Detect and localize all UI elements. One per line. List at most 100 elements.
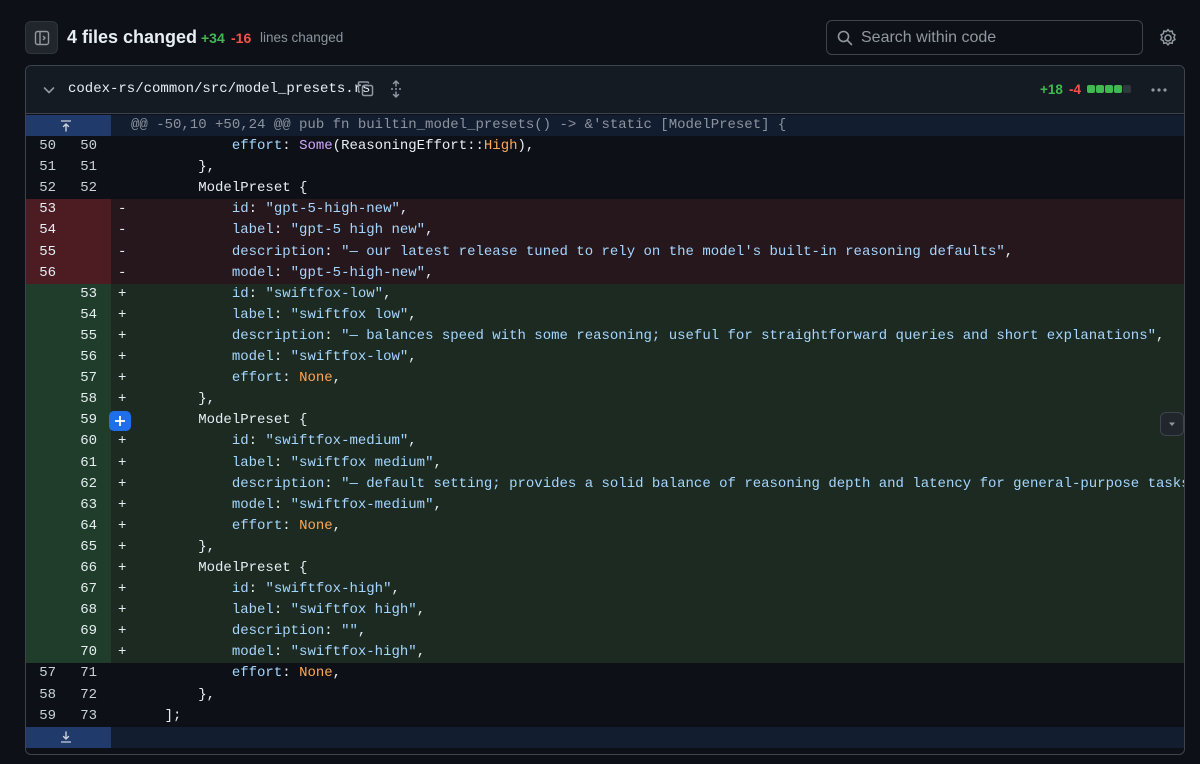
new-line-number[interactable]: 60 xyxy=(68,431,97,452)
old-line-number[interactable]: 58 xyxy=(26,685,56,706)
add-comment-button[interactable] xyxy=(109,411,131,432)
old-line-number[interactable] xyxy=(26,558,56,579)
old-line-number[interactable] xyxy=(26,326,56,347)
old-line-number[interactable]: 59 xyxy=(26,706,56,727)
new-line-number[interactable]: 58 xyxy=(68,389,97,410)
expand-down-icon[interactable] xyxy=(58,730,74,746)
new-line-number[interactable]: 68 xyxy=(68,600,97,621)
file-path[interactable]: codex-rs/common/src/model_presets.rs xyxy=(68,81,370,97)
expand-all-icon[interactable] xyxy=(386,79,406,99)
new-line-number[interactable]: 59 xyxy=(68,410,97,431)
new-line-number[interactable]: 54 xyxy=(68,305,97,326)
new-line-number[interactable]: 55 xyxy=(68,326,97,347)
kebab-menu-icon[interactable] xyxy=(1148,79,1170,101)
code-line: description: "— our latest release tuned… xyxy=(231,243,1014,260)
code-line: }, xyxy=(131,538,216,555)
code-line: id: "swiftfox-high", xyxy=(231,581,400,598)
code-line: id: "gpt-5-high-new", xyxy=(231,201,409,218)
code-line: effort: Some(ReasoningEffort::High), xyxy=(231,138,535,155)
new-line-number[interactable]: 66 xyxy=(68,558,97,579)
code-line: }, xyxy=(131,686,216,703)
old-line-number[interactable] xyxy=(26,368,56,389)
expand-down-gutter[interactable] xyxy=(26,726,111,748)
context-line: 57 71 effort: None, xyxy=(26,663,1184,684)
new-line-number[interactable]: 50 xyxy=(68,136,97,157)
new-line-number[interactable]: 65 xyxy=(68,537,97,558)
code-line: ]; xyxy=(131,707,182,724)
search-input[interactable] xyxy=(861,27,1131,49)
old-line-number[interactable] xyxy=(26,600,56,621)
diff-sign: + xyxy=(118,644,127,661)
old-line-number[interactable] xyxy=(26,284,56,305)
old-line-number[interactable] xyxy=(26,431,56,452)
old-line-number[interactable] xyxy=(26,579,56,600)
old-line-number[interactable]: 54 xyxy=(26,220,56,241)
deleted-line: 53 - id: "gpt-5-high-new", xyxy=(26,199,1184,221)
new-line-number[interactable]: 57 xyxy=(68,368,97,389)
new-line-number[interactable]: 53 xyxy=(68,284,97,305)
diff-sign: + xyxy=(118,581,127,598)
old-line-number[interactable] xyxy=(26,453,56,474)
old-line-number[interactable] xyxy=(26,495,56,516)
new-line-number[interactable]: 72 xyxy=(68,685,97,706)
old-line-number[interactable]: 52 xyxy=(26,178,56,199)
old-line-number[interactable] xyxy=(26,516,56,537)
code-line: model: "swiftfox-high", xyxy=(231,644,426,661)
old-line-number[interactable]: 56 xyxy=(26,263,56,284)
expand-up-gutter[interactable] xyxy=(26,115,111,137)
old-line-number[interactable] xyxy=(26,621,56,642)
new-line-number[interactable] xyxy=(68,220,97,241)
new-line-number[interactable]: 70 xyxy=(68,642,97,663)
file-additions: +18 xyxy=(1040,82,1063,97)
old-line-number[interactable]: 57 xyxy=(26,663,56,684)
new-line-number[interactable]: 71 xyxy=(68,663,97,684)
deleted-line: 56 - model: "gpt-5-high-new", xyxy=(26,262,1184,284)
old-line-number[interactable] xyxy=(26,389,56,410)
toggle-file-tree-button[interactable] xyxy=(25,21,58,54)
code-line: effort: None, xyxy=(231,370,342,387)
added-line: 58 + }, xyxy=(26,389,1184,411)
code-line: ModelPreset { xyxy=(131,180,308,197)
plus-icon xyxy=(115,416,125,427)
old-line-number[interactable]: 50 xyxy=(26,136,56,157)
diffstat-square xyxy=(1123,85,1131,93)
old-line-number[interactable] xyxy=(26,537,56,558)
triangle-down-icon xyxy=(1169,422,1175,426)
new-line-number[interactable]: 56 xyxy=(68,347,97,368)
code-line: label: "gpt-5 high new", xyxy=(231,222,434,239)
old-line-number[interactable]: 53 xyxy=(26,199,56,220)
expand-up-icon[interactable] xyxy=(58,118,74,134)
gear-icon[interactable] xyxy=(1158,28,1178,48)
new-line-number[interactable]: 51 xyxy=(68,157,97,178)
new-line-number[interactable]: 61 xyxy=(68,453,97,474)
copy-icon[interactable] xyxy=(356,79,376,99)
old-line-number[interactable] xyxy=(26,410,56,431)
old-line-number[interactable]: 55 xyxy=(26,242,56,263)
new-line-number[interactable]: 52 xyxy=(68,178,97,199)
diff-sign: + xyxy=(118,559,127,576)
diff-sign: + xyxy=(118,306,127,323)
old-line-number[interactable] xyxy=(26,474,56,495)
old-line-number[interactable] xyxy=(26,305,56,326)
chevron-down-icon[interactable] xyxy=(41,82,57,98)
new-line-number[interactable] xyxy=(68,263,97,284)
added-line: 65 + }, xyxy=(26,536,1184,558)
search-within-code[interactable] xyxy=(826,20,1143,55)
new-line-number[interactable] xyxy=(68,199,97,220)
code-line: label: "swiftfox high", xyxy=(231,602,426,619)
new-line-number[interactable]: 64 xyxy=(68,516,97,537)
new-line-number[interactable]: 62 xyxy=(68,474,97,495)
new-line-number[interactable] xyxy=(68,242,97,263)
expand-context-button[interactable] xyxy=(1160,412,1184,436)
new-line-number[interactable]: 63 xyxy=(68,495,97,516)
new-line-number[interactable]: 73 xyxy=(68,706,97,727)
diffstat-bar xyxy=(1087,85,1131,93)
added-line: 55 + description: "— balances speed with … xyxy=(26,325,1184,348)
old-line-number[interactable]: 51 xyxy=(26,157,56,178)
new-line-number[interactable]: 69 xyxy=(68,621,97,642)
old-line-number[interactable] xyxy=(26,642,56,663)
diff-sign: + xyxy=(118,538,127,555)
new-line-number[interactable]: 67 xyxy=(68,579,97,600)
files-changed-title: 4 files changed xyxy=(67,27,198,47)
old-line-number[interactable] xyxy=(26,347,56,368)
